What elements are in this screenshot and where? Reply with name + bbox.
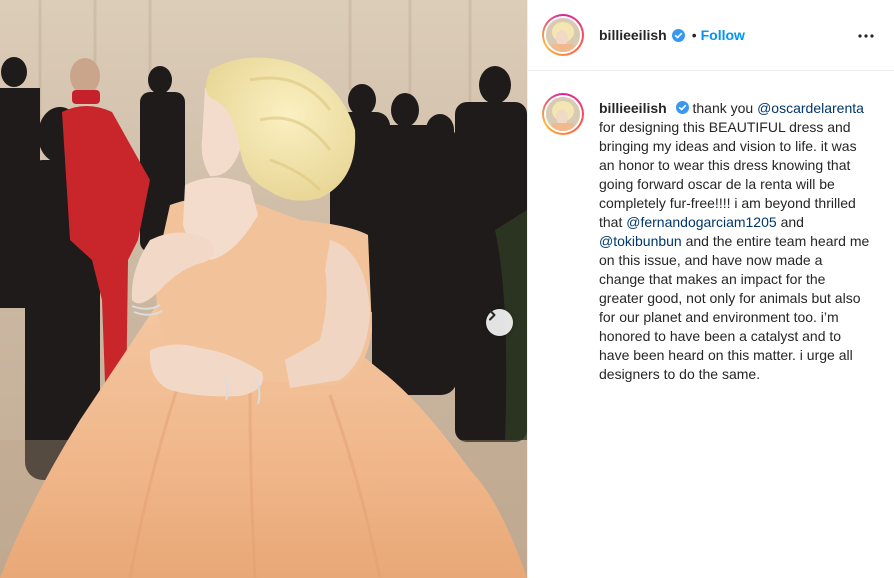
avatar-border: [544, 16, 582, 54]
caption-segment-3: and: [780, 214, 804, 230]
next-photo-button[interactable]: [486, 309, 513, 336]
avatar-image: [546, 18, 580, 52]
caption-verified-badge-icon: [675, 101, 689, 114]
mention-tokibunbun[interactable]: @tokibunbun: [599, 233, 682, 249]
follow-button[interactable]: Follow: [701, 27, 745, 43]
mention-fernandogarciam1205[interactable]: @fernandogarciam1205: [626, 214, 776, 230]
caption-segment-1: thank you: [692, 100, 754, 116]
verified-badge-icon: [671, 28, 685, 42]
mention-oscardelarenta[interactable]: @oscardelarenta: [757, 100, 864, 116]
caption-avatar-image: [546, 97, 580, 131]
post-modal: billieeilish • Follow billieeilish thank…: [0, 0, 894, 578]
caption-avatar-border: [544, 95, 582, 133]
separator-dot: •: [691, 27, 697, 43]
post-side-panel: billieeilish • Follow billieeilish thank…: [527, 0, 894, 578]
caption-text: billieeilish thank you @oscardelarenta f…: [599, 99, 871, 384]
avatar[interactable]: [542, 14, 584, 56]
caption-segment-4: and the entire team heard me on this iss…: [599, 233, 870, 382]
more-options-icon[interactable]: [854, 24, 878, 48]
username[interactable]: billieeilish: [599, 27, 667, 43]
post-photo[interactable]: [0, 0, 527, 578]
caption-username[interactable]: billieeilish: [599, 100, 667, 116]
caption-row: billieeilish thank you @oscardelarenta f…: [528, 71, 894, 384]
chevron-right-icon: [489, 309, 496, 321]
post-header: billieeilish • Follow: [528, 0, 894, 71]
photo-illustration: [0, 0, 527, 578]
caption-avatar[interactable]: [542, 93, 584, 135]
